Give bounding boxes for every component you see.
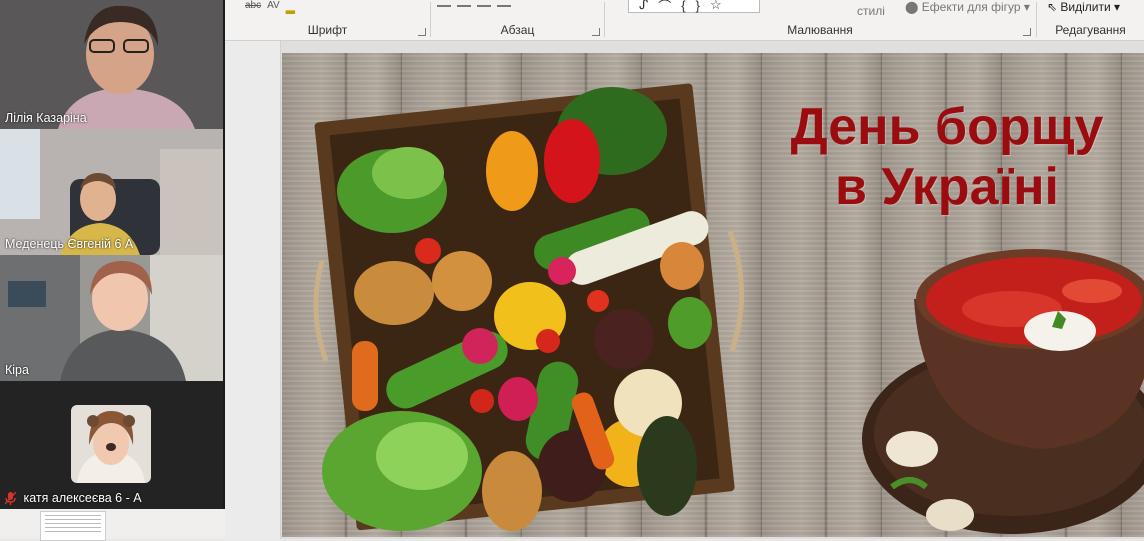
document-preview[interactable]	[40, 511, 106, 541]
slide-title-line-2: в Україні	[835, 158, 1059, 216]
shape-effects-icon: ⬤	[905, 0, 919, 14]
justify-icon[interactable]	[497, 5, 511, 7]
brace-right-icon[interactable]: }	[696, 0, 700, 13]
spacing-icon[interactable]: AV	[267, 0, 280, 14]
participant-tile[interactable]: Кіра	[0, 255, 223, 381]
shape-effects-button[interactable]: ⬤ Ефекти для фігур ▾	[905, 0, 1030, 14]
notes-area	[0, 509, 225, 541]
paragraph-group: Абзац	[431, 0, 604, 40]
video-gallery-panel: Лілія Казаріна Меденець Євгеній 6 А Кіра	[0, 0, 225, 509]
drawing-dialog-launcher-icon[interactable]	[1023, 28, 1031, 36]
align-left-icon[interactable]	[437, 5, 451, 7]
alignment-tools[interactable]	[437, 0, 511, 14]
paragraph-dialog-launcher-icon[interactable]	[592, 28, 600, 36]
participant-tile[interactable]: Лілія Казаріна	[0, 0, 223, 129]
slide-title[interactable]: День борщу в Україні	[737, 97, 1144, 217]
font-group-label: Шрифт	[307, 23, 348, 37]
editing-group: ⇖ Виділити ▾ Редагування	[1037, 0, 1144, 40]
microphone-muted-icon	[5, 492, 16, 505]
font-tools[interactable]: abc AV ▂	[245, 0, 295, 14]
select-label: Виділити	[1060, 0, 1111, 14]
align-right-icon[interactable]	[477, 5, 491, 7]
participant-name: Кіра	[5, 363, 29, 377]
curve-shape-icon[interactable]: ᔑ	[639, 0, 648, 13]
vegetable-crate-image	[313, 83, 744, 531]
arc-shape-icon[interactable]: ⌒	[658, 0, 671, 15]
strikethrough-icon[interactable]: abc	[245, 0, 261, 14]
participant-name: Лілія Казаріна	[5, 111, 87, 125]
participant-name: Меденець Євгеній 6 А	[5, 237, 134, 251]
chevron-down-icon: ▾	[1114, 0, 1121, 14]
participant-video	[0, 0, 223, 129]
participant-tile[interactable]: катя алексеєва 6 - А	[0, 381, 223, 509]
align-center-icon[interactable]	[457, 5, 471, 7]
shape-effects-label: Ефекти для фігур	[921, 0, 1021, 14]
participant-name: катя алексеєва 6 - А	[23, 490, 142, 505]
select-button[interactable]: ⇖ Виділити ▾	[1047, 0, 1120, 14]
participant-tile[interactable]: Меденець Євгеній 6 А	[0, 129, 223, 255]
borsch-bowl-image	[862, 249, 1144, 534]
font-group: abc AV ▂ Шрифт	[225, 0, 430, 40]
chevron-down-icon: ▾	[1023, 0, 1030, 14]
participant-video	[0, 255, 223, 381]
font-dialog-launcher-icon[interactable]	[418, 28, 426, 36]
current-slide[interactable]: День борщу в Україні	[282, 53, 1144, 537]
star-shape-icon[interactable]: ☆	[710, 0, 722, 13]
participant-name-row: катя алексеєва 6 - А	[5, 491, 142, 505]
paragraph-group-label: Абзац	[500, 23, 535, 37]
quick-styles-label[interactable]: стилі	[857, 4, 885, 18]
brace-left-icon[interactable]: {	[681, 0, 685, 13]
shapes-gallery[interactable]: ᔑ ⌒ { } ☆	[628, 0, 760, 15]
slide-thumbnail-strip[interactable]	[225, 41, 281, 539]
text-highlight-icon[interactable]: ▂	[286, 0, 295, 14]
editing-group-label: Редагування	[1055, 23, 1126, 37]
slide-title-line-1: День борщу	[790, 98, 1104, 156]
participant-avatar	[71, 405, 151, 483]
drawing-group-label: Малювання	[787, 23, 853, 37]
cursor-arrow-icon: ⇖	[1047, 0, 1058, 14]
